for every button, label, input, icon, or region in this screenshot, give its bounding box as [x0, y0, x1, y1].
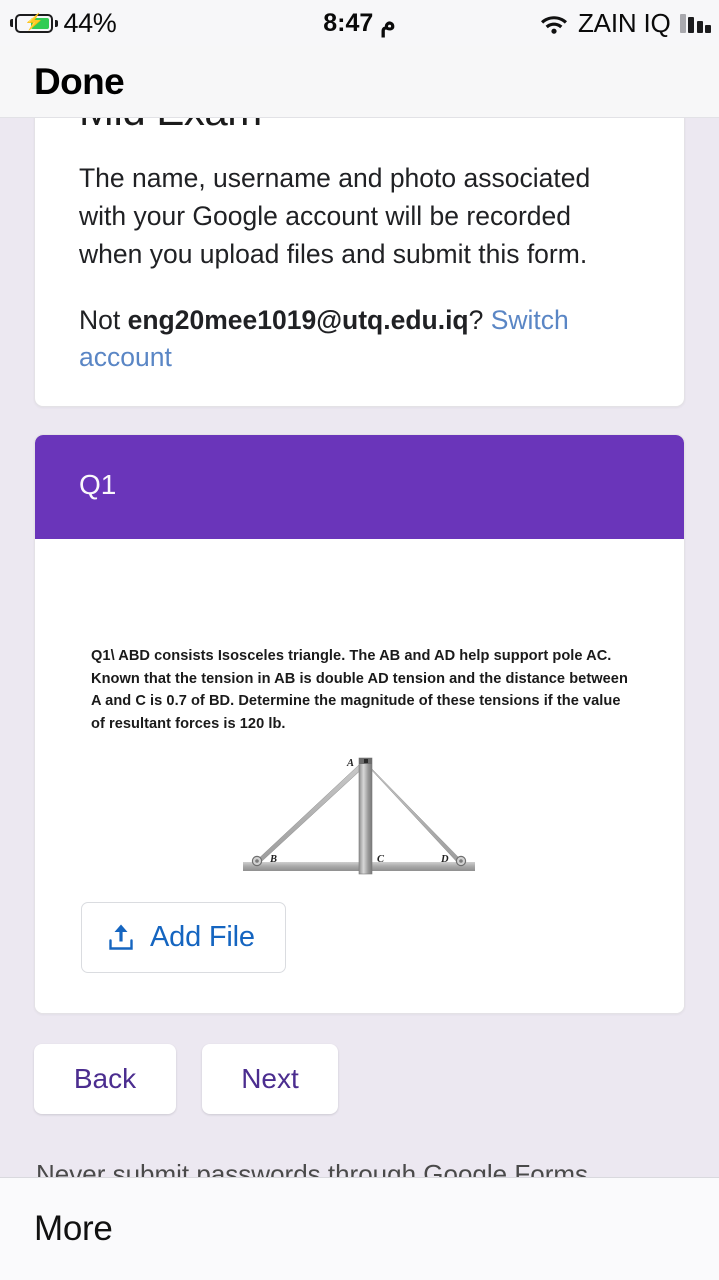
form-scroll-area[interactable]: Mid Exam The name, username and photo as…: [0, 118, 719, 1178]
status-bar: ⚡ 44% م 8:47 ZAIN IQ: [0, 0, 719, 46]
more-button[interactable]: More: [34, 1209, 113, 1249]
add-file-button[interactable]: Add File: [81, 901, 286, 973]
account-line: Not eng20mee1019@utq.edu.iq? Switch acco…: [35, 274, 684, 376]
add-file-row: Add File: [35, 880, 684, 1013]
carrier-label: ZAIN IQ: [578, 7, 671, 38]
never-submit-passwords-text: Never submit passwords through Google Fo…: [36, 1158, 596, 1178]
upload-icon: [108, 923, 134, 951]
bottom-toolbar: More: [0, 1177, 719, 1280]
question-header-label: Q1: [79, 468, 117, 500]
question-image: Q1\ ABD consists Isosceles triangle. The…: [35, 539, 684, 880]
question-image-text: Q1\ ABD consists Isosceles triangle. The…: [91, 647, 628, 733]
question-body: Q1\ ABD consists Isosceles triangle. The…: [35, 538, 684, 1013]
form-header-card: Mid Exam The name, username and photo as…: [34, 118, 685, 407]
browser-nav-bar: Done: [0, 46, 719, 118]
wifi-icon: [539, 12, 569, 34]
not-suffix-label: ?: [468, 304, 491, 335]
diagram-label-c: C: [377, 854, 385, 865]
not-prefix-label: Not: [79, 304, 128, 335]
diagram-label-b: B: [269, 854, 277, 865]
phone-screen: ⚡ 44% م 8:47 ZAIN IQ Done The name, user…: [0, 0, 719, 1280]
diagram-label-d: D: [440, 854, 449, 865]
cellular-signal-icon: [679, 13, 711, 33]
back-button[interactable]: Back: [34, 1043, 176, 1114]
status-bar-right: ZAIN IQ: [539, 8, 711, 39]
question-diagram: A B C D: [35, 750, 684, 880]
form-navigation-buttons: Back Next: [34, 1043, 719, 1114]
diagram-label-a: A: [346, 758, 354, 769]
question-header-banner: Q1: [35, 434, 684, 539]
account-email-label: eng20mee1019@utq.edu.iq: [127, 304, 469, 335]
consent-text: The name, username and photo associated …: [79, 163, 591, 270]
question-card-q1: Q1 Q1\ ABD consists Isosceles triangle. …: [34, 433, 685, 1014]
done-button[interactable]: Done: [34, 61, 125, 103]
page-title: Mid Exam: [35, 118, 684, 133]
add-file-label: Add File: [150, 920, 255, 953]
next-button[interactable]: Next: [202, 1043, 338, 1114]
